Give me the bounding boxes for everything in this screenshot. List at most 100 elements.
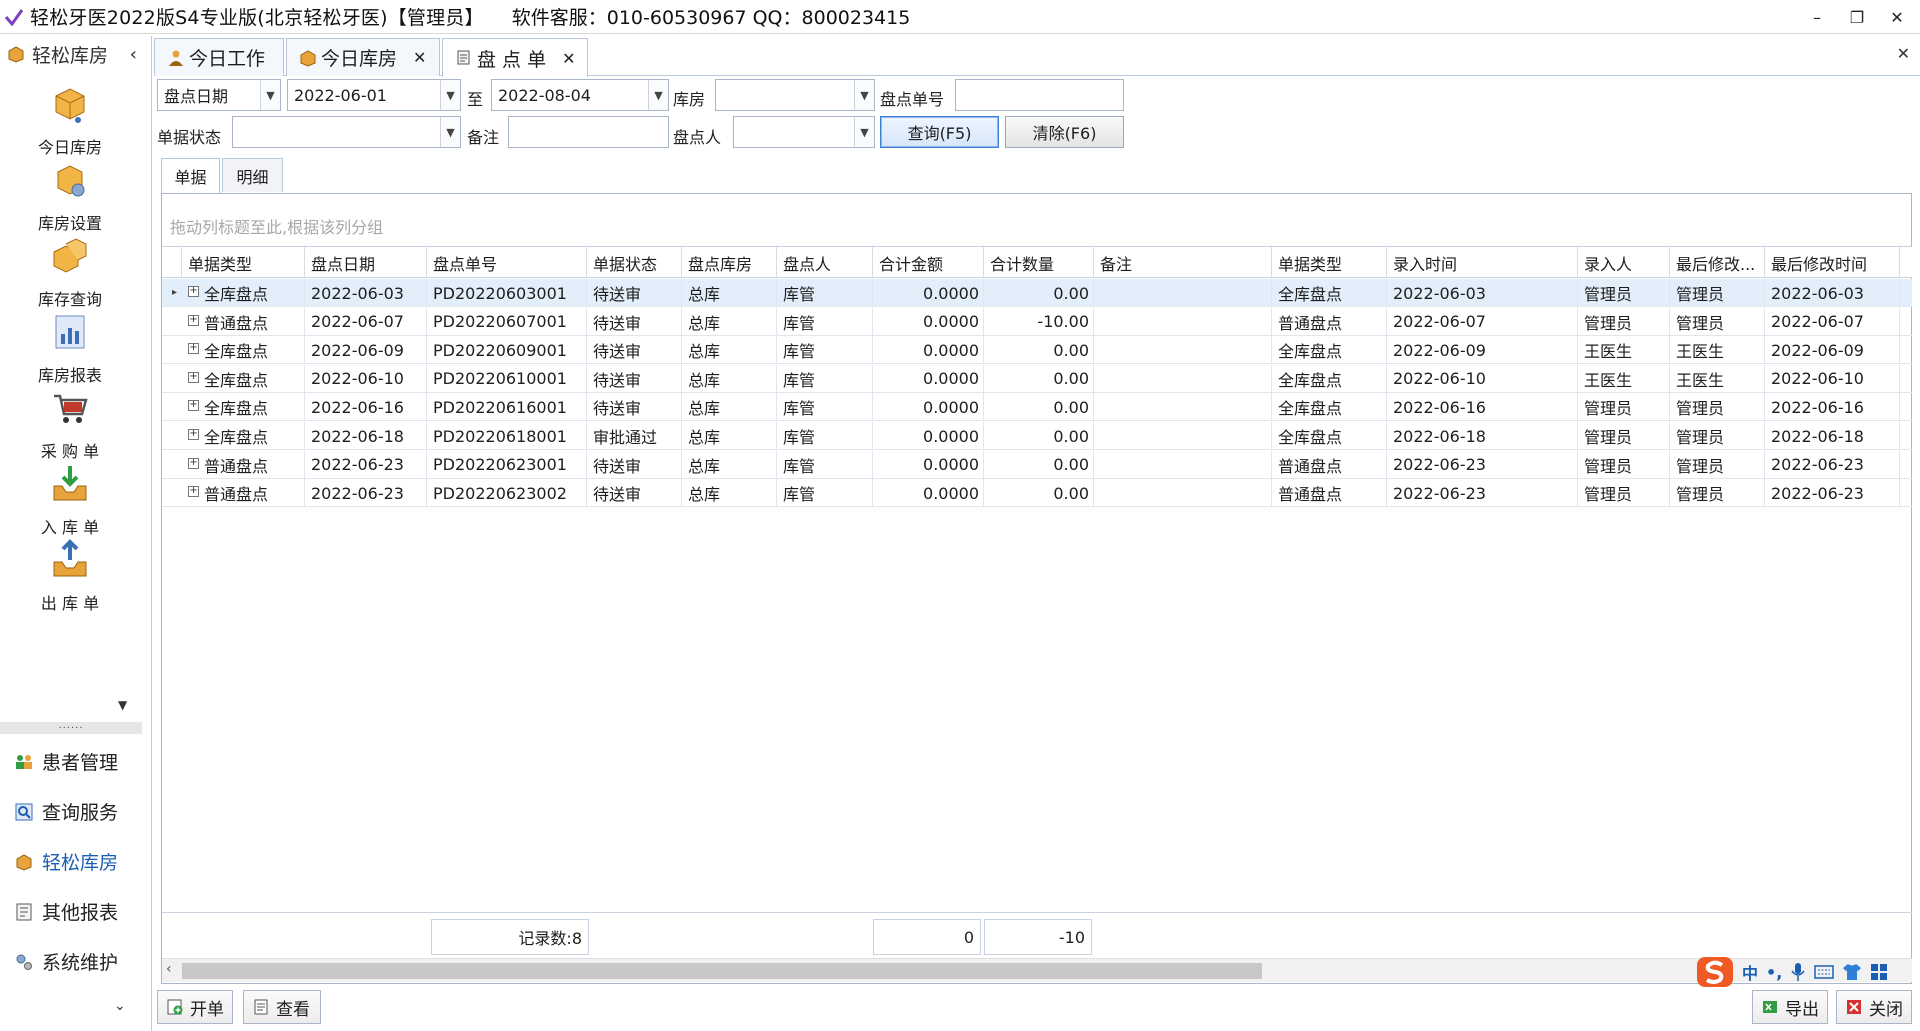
table-cell: 管理员 [1578,393,1670,422]
column-header[interactable]: 盘点库房 [682,247,777,278]
query-button[interactable]: 查询(F5) [880,116,999,148]
expand-row-icon[interactable]: + [188,371,199,383]
date-field-select[interactable]: 盘点日期 ▼ [157,79,281,111]
sidebar-item-warehouse-report[interactable]: 库房报表 [0,310,140,386]
toolbox-grid-icon[interactable] [1870,963,1888,981]
keyboard-icon[interactable] [1814,964,1835,980]
table-cell: 0.0000 [873,307,984,336]
status-select[interactable]: ▼ [232,116,461,148]
export-button[interactable]: 导出 [1752,990,1828,1024]
sidebar-item-today-warehouse[interactable]: 今日库房 [0,82,140,158]
date-to-picker[interactable]: 2022-08-04 ▼ [491,79,669,111]
sidebar-item-purchase-order[interactable]: 采 购 单 [0,386,140,462]
nav-patient-management[interactable]: 患者管理 [14,748,118,775]
nav-system-maintenance[interactable]: 系统维护 [14,948,118,975]
nav-other-reports[interactable]: 其他报表 [14,898,118,925]
table-cell: 全库盘点 [182,336,305,365]
tab-today-warehouse[interactable]: 今日库房 ✕ [286,38,440,76]
microphone-icon[interactable] [1790,962,1806,982]
expand-row-icon[interactable]: + [188,343,199,355]
expand-row-icon[interactable]: + [188,429,199,440]
ime-mode[interactable]: 中 [1742,960,1758,984]
expand-row-icon[interactable]: + [188,457,199,469]
collapse-sidebar-icon[interactable]: ‹ [130,44,137,65]
nav-query-service[interactable]: 查询服务 [14,798,118,825]
table-row[interactable]: 普通盘点 2022-06-07 PD20220607001 待送审 总库 库管 0.0000… [162,307,1912,336]
column-header[interactable]: 录入时间 [1387,247,1578,278]
column-header[interactable]: 最后修改... [1670,247,1765,278]
tab-today-work[interactable]: 今日工作 [154,38,284,76]
table-cell: 0.0000 [873,336,984,365]
expand-row-icon[interactable]: + [188,486,199,498]
expand-row-icon[interactable]: + [188,314,199,326]
subtab-details[interactable]: 明细 [222,158,283,192]
column-header[interactable]: 盘点单号 [427,247,587,278]
close-window-button[interactable]: ✕ [1880,4,1914,30]
sidebar-item-stock-out[interactable]: 出 库 单 [0,538,140,614]
more-items-icon[interactable]: ▼ [118,698,127,712]
table-row[interactable]: 全库盘点 2022-06-16 PD20220616001 待送审 总库 库管 0.0000… [162,393,1912,422]
table-cell: 0.00 [984,336,1094,365]
counter-select[interactable]: ▼ [733,116,875,148]
table-row[interactable]: ▸ 全库盘点 2022-06-03 PD20220603001 待送审 总库 库管 0.000… [162,279,1912,307]
close-panel-icon[interactable]: ✕ [1897,44,1910,63]
table-row[interactable]: 普通盘点 2022-06-23 PD20220623001 待送审 总库 库管 0.0000… [162,450,1912,479]
column-header[interactable]: 盘点日期 [305,247,427,278]
sidebar-item-warehouse-settings[interactable]: 库房设置 [0,158,140,234]
chevron-down-icon[interactable]: ▼ [854,80,874,110]
column-header[interactable]: 录入人 [1578,247,1670,278]
view-button[interactable]: 查看 [243,990,321,1024]
remark-input[interactable] [508,116,669,148]
column-header[interactable]: 合计金额 [873,247,984,278]
column-header[interactable]: 单据类型 [1272,247,1387,278]
close-button[interactable]: 关闭 [1836,990,1912,1024]
expand-row-icon[interactable]: + [188,286,199,297]
column-header[interactable]: 备注 [1094,247,1272,278]
table-row[interactable]: 全库盘点 2022-06-09 PD20220609001 待送审 总库 库管 0.0000… [162,336,1912,365]
order-no-input[interactable] [955,79,1124,111]
minimize-button[interactable]: – [1800,4,1834,30]
inbox-up-icon [53,539,87,577]
scrollbar-thumb[interactable] [182,963,1262,979]
sidebar-item-stock-query[interactable]: 库存查询 [0,234,140,310]
restore-button[interactable]: ❐ [1840,4,1874,30]
date-from-picker[interactable]: 2022-06-01 ▼ [287,79,461,111]
stocktake-grid: 拖动列标题至此,根据该列分组 单据类型 盘点日期 盘点单号 单据状态 盘点库房 盘点人 合计… [161,193,1912,984]
chevron-down-icon[interactable]: ▼ [648,80,668,110]
skin-shirt-icon[interactable] [1842,963,1862,981]
warehouse-select[interactable]: ▼ [715,79,875,111]
sidebar-item-label: 入 库 单 [40,518,100,537]
table-cell: 库管 [777,422,873,450]
chevron-down-icon[interactable]: ▼ [440,80,460,110]
table-cell [1094,479,1272,508]
column-header[interactable]: 盘点人 [777,247,873,278]
chevron-down-icon[interactable]: ▼ [440,117,460,147]
chevron-down-icon[interactable]: ▼ [854,117,874,147]
sogou-logo-icon[interactable] [1696,956,1734,988]
expand-row-icon[interactable]: + [188,400,199,412]
warehouse-icon [8,46,24,63]
table-row[interactable]: 全库盘点 2022-06-18 PD20220618001 审批通过 总库 库管 0.000… [162,422,1912,450]
table-cell: 0.0000 [873,279,984,307]
column-header[interactable]: 最后修改时间 [1765,247,1900,278]
inbox-down-icon [53,466,87,501]
nav-easy-warehouse[interactable]: 轻松库房 [14,848,118,875]
new-order-button[interactable]: 开单 [157,990,233,1024]
table-row[interactable]: 普通盘点 2022-06-23 PD20220623002 待送审 总库 库管 0.0000… [162,479,1912,508]
close-tab-icon[interactable]: ✕ [413,48,426,67]
sidebar-splitter[interactable]: ...... [0,721,142,734]
sidebar-expand-icon[interactable]: ⌄ [114,998,126,1014]
punctuation-icon[interactable]: •, [1766,963,1782,982]
scroll-left-icon[interactable]: ‹ [166,961,172,977]
close-tab-icon[interactable]: ✕ [562,49,575,68]
clear-button[interactable]: 清除(F6) [1005,116,1124,148]
chevron-down-icon[interactable]: ▼ [260,80,280,110]
tab-stocktake[interactable]: 盘 点 单 ✕ [442,38,588,77]
column-header[interactable]: 合计数量 [984,247,1094,278]
column-header[interactable]: 单据状态 [587,247,682,278]
sidebar-item-stock-in[interactable]: 入 库 单 [0,462,140,538]
horizontal-scrollbar[interactable]: ‹ [162,958,1912,982]
subtab-documents[interactable]: 单据 [161,158,220,193]
table-row[interactable]: 全库盘点 2022-06-10 PD20220610001 待送审 总库 库管 0.0000… [162,364,1912,393]
column-header[interactable]: 单据类型 [182,247,305,278]
